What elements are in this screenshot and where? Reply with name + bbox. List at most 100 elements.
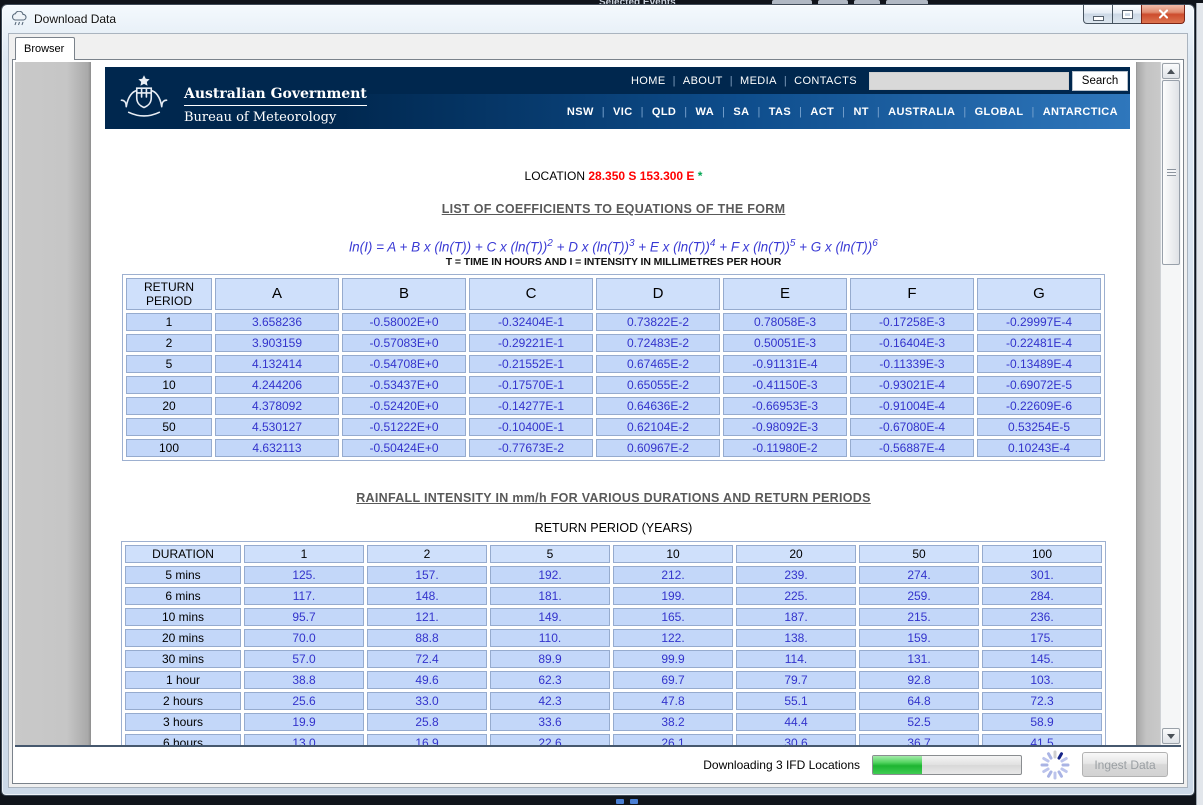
region-nav-sa[interactable]: SA [733, 106, 749, 118]
value-cell: 0.62104E-2 [596, 418, 720, 436]
row-header-cell: 20 [126, 397, 212, 415]
value-cell: 38.8 [244, 671, 364, 689]
search-button[interactable]: Search [1072, 71, 1128, 91]
table-row: 6 hours13.016.922.626.130.636.741.5 [125, 734, 1102, 745]
value-cell: 88.8 [367, 629, 487, 647]
close-button[interactable] [1141, 5, 1185, 24]
value-cell: -0.10400E-1 [469, 418, 593, 436]
region-nav-nsw[interactable]: NSW [567, 106, 594, 118]
nav-separator: | [730, 75, 733, 87]
region-nav-act[interactable]: ACT [810, 106, 834, 118]
region-nav-tas[interactable]: TAS [769, 106, 791, 118]
region-nav-nt[interactable]: NT [853, 106, 868, 118]
value-cell: -0.17258E-3 [850, 313, 974, 331]
row-header-cell: 6 hours [125, 734, 241, 745]
table-row: 23.903159-0.57083E+0-0.29221E-10.72483E-… [126, 334, 1101, 352]
column-header: C [469, 278, 593, 311]
value-cell: 0.50051E-3 [723, 334, 847, 352]
region-nav-vic[interactable]: VIC [613, 106, 633, 118]
tab-browser[interactable]: Browser [15, 37, 75, 60]
logo-text: Australian Government Bureau of Meteorol… [184, 86, 367, 125]
value-cell: 4.132414 [215, 355, 339, 373]
background-window-right-edge [1196, 3, 1203, 805]
top-nav-media[interactable]: MEDIA [740, 75, 777, 87]
table-row: 104.244206-0.53437E+0-0.17570E-10.65055E… [126, 376, 1101, 394]
value-cell: -0.93021E-4 [850, 376, 974, 394]
titlebar[interactable]: Download Data [2, 5, 1194, 32]
value-cell: 215. [859, 608, 979, 626]
value-cell: -0.53437E+0 [342, 376, 466, 394]
region-nav-australia[interactable]: AUSTRALIA [888, 106, 955, 118]
value-cell: 0.53254E-5 [977, 418, 1101, 436]
location-flag: * [698, 169, 703, 183]
column-header: G [977, 278, 1101, 311]
vertical-scrollbar[interactable] [1160, 62, 1181, 745]
nav-separator: | [799, 106, 802, 118]
column-header: 2 [367, 545, 487, 563]
top-nav-about[interactable]: ABOUT [683, 75, 723, 87]
restore-button[interactable] [1112, 5, 1142, 24]
value-cell: 3.903159 [215, 334, 339, 352]
ingest-data-button[interactable]: Ingest Data [1082, 752, 1168, 777]
value-cell: 236. [982, 608, 1102, 626]
table-row: 2 hours25.633.042.347.855.164.872.3 [125, 692, 1102, 710]
top-nav-contacts[interactable]: CONTACTS [794, 75, 857, 87]
coefficients-table: RETURN PERIODABCDEFG13.658236-0.58002E+0… [122, 274, 1105, 462]
scrollbar-down-button[interactable] [1162, 728, 1180, 744]
search-input[interactable] [869, 72, 1069, 90]
row-header-cell: 2 [126, 334, 212, 352]
value-cell: 110. [490, 629, 610, 647]
column-header: A [215, 278, 339, 311]
value-cell: 16.9 [367, 734, 487, 745]
value-cell: 72.4 [367, 650, 487, 668]
row-header-cell: 5 [126, 355, 212, 373]
background-window-bottom-edge [0, 797, 1196, 805]
value-cell: 4.530127 [215, 418, 339, 436]
value-cell: 99.9 [613, 650, 733, 668]
value-cell: 175. [982, 629, 1102, 647]
value-cell: 301. [982, 566, 1102, 584]
scrollbar-up-button[interactable] [1162, 63, 1180, 79]
minimize-button[interactable] [1083, 5, 1113, 24]
nav-separator: | [602, 106, 605, 118]
region-nav-antarctica[interactable]: ANTARCTICA [1043, 106, 1118, 118]
value-cell: -0.66953E-3 [723, 397, 847, 415]
value-cell: -0.11339E-3 [850, 355, 974, 373]
value-cell: -0.77673E-2 [469, 439, 593, 457]
value-cell: 38.2 [613, 713, 733, 731]
region-nav-qld[interactable]: QLD [652, 106, 676, 118]
column-header: 10 [613, 545, 733, 563]
table-row: 30 mins57.072.489.999.9114.131.145. [125, 650, 1102, 668]
value-cell: 64.8 [859, 692, 979, 710]
status-panel: Downloading 3 IFD Locations Ingest Data [15, 748, 1181, 781]
value-cell: -0.22609E-6 [977, 397, 1101, 415]
table-header-row: DURATION125102050100 [125, 545, 1102, 563]
value-cell: 239. [736, 566, 856, 584]
column-header: RETURN PERIOD [126, 278, 212, 311]
value-cell: 4.378092 [215, 397, 339, 415]
value-cell: 33.6 [490, 713, 610, 731]
value-cell: -0.32404E-1 [469, 313, 593, 331]
close-icon [1158, 9, 1169, 19]
region-nav-wa[interactable]: WA [696, 106, 715, 118]
value-cell: 49.6 [367, 671, 487, 689]
column-header: 20 [736, 545, 856, 563]
top-nav-home[interactable]: HOME [631, 75, 666, 87]
column-header: F [850, 278, 974, 311]
bom-site-header: HOME | ABOUT | MEDIA | CONTACTS Search NSW | VIC… [105, 67, 1130, 129]
value-cell: -0.51222E+0 [342, 418, 466, 436]
value-cell: -0.21552E-1 [469, 355, 593, 373]
region-nav-global[interactable]: GLOBAL [975, 106, 1024, 118]
value-cell: -0.29221E-1 [469, 334, 593, 352]
gov-title: Australian Government [184, 86, 367, 106]
value-cell: 199. [613, 587, 733, 605]
loading-spinner-icon [1039, 749, 1071, 781]
table-row: 1004.632113-0.50424E+0-0.77673E-20.60967… [126, 439, 1101, 457]
equation-text: + F x (ln(T)) [715, 240, 789, 255]
value-cell: 148. [367, 587, 487, 605]
equation: ln(I) = A + B x (ln(T)) + C x (ln(T))2 +… [91, 238, 1136, 255]
scrollbar-thumb[interactable] [1162, 80, 1180, 265]
value-cell: 92.8 [859, 671, 979, 689]
value-cell: 192. [490, 566, 610, 584]
nav-separator: | [1031, 106, 1034, 118]
